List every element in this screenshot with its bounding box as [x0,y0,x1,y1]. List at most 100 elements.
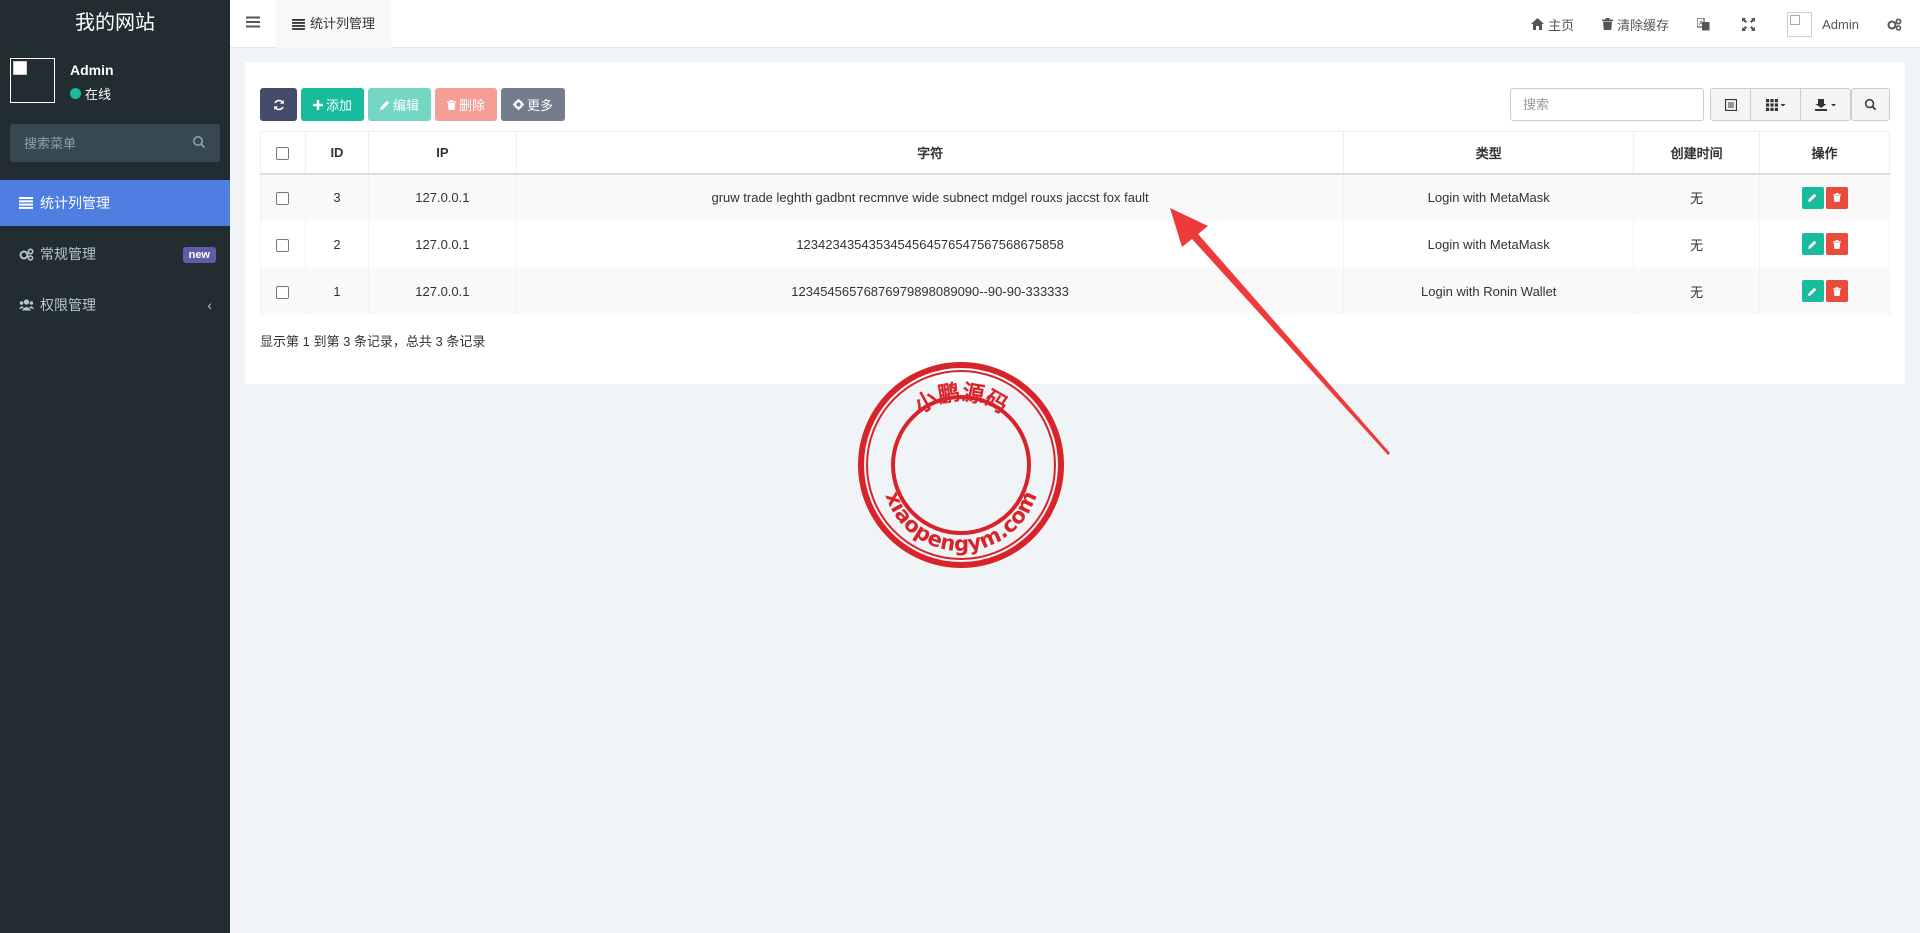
top-header: 统计列管理 主页 清除缓存 A Admin [230,0,1920,48]
cell-ip: 127.0.0.1 [367,173,517,221]
sidebar-search-input[interactable] [10,124,220,162]
column-header[interactable]: ID [304,131,369,175]
add-button[interactable]: 添加 [301,88,365,121]
row-edit-button[interactable] [1801,233,1824,255]
watermark-stamp: 小鹏源码 xiaopengym.com [858,362,1064,568]
pencil-icon [1808,193,1817,202]
sidebar-item-label: 常规管理 [40,246,96,262]
language-button[interactable]: A [1683,0,1728,48]
table-row[interactable]: 3 127.0.0.1 gruw trade leghth gadbnt rec… [260,173,1890,221]
admin-label: Admin [1822,16,1859,32]
table-row[interactable]: 2 127.0.0.1 1234234354353454564576547567… [260,220,1890,268]
table-search [1510,88,1704,121]
delete-label: 删除 [459,98,486,113]
sidebar-item-label: 权限管理 [40,297,96,313]
export-dropdown-button[interactable] [1801,88,1851,121]
toolbar: 添加 编辑 删除 更多 [260,88,569,121]
delete-button[interactable]: 删除 [435,88,498,121]
trash-icon [447,99,457,110]
grid-icon [1765,98,1785,111]
data-table: ID IP 字符 类型 创建时间 操作 3 127.0.0.1 gruw tra… [260,131,1890,315]
settings-button[interactable] [1873,0,1920,48]
chevron-left-icon: ‹ [207,297,212,313]
row-edit-button[interactable] [1801,280,1824,302]
table-search-input[interactable] [1511,89,1703,120]
admin-menu[interactable]: Admin [1773,0,1873,48]
user-panel: Admin 在线 [0,46,230,114]
user-name: Admin [70,62,114,78]
cell-ip: 127.0.0.1 [367,220,517,268]
stamp-top-text: 小鹏源码 [911,379,1012,418]
row-checkbox[interactable] [276,285,290,299]
cell-id: 3 [304,173,369,221]
refresh-icon [273,99,284,110]
content-panel: 添加 编辑 删除 更多 搜索 ID IP 字符 类型 创建时间 操作 3 127… [245,62,1905,384]
row-delete-button[interactable] [1825,186,1848,209]
search-button[interactable] [1851,88,1890,121]
pencil-icon [1808,240,1817,249]
trash-icon [1602,18,1614,30]
cell-actions [1759,173,1890,221]
cell-created: 无 [1633,173,1761,221]
column-header[interactable]: 创建时间 [1633,131,1761,175]
pagination-summary: 显示第 1 到第 3 条记录，总共 3 条记录 [260,334,486,349]
toggle-view-button[interactable] [1710,88,1751,121]
refresh-button[interactable] [260,88,297,121]
red-arrow-annotation [1170,208,1390,455]
gear-icon [513,99,525,110]
users-icon [18,298,34,312]
trash-icon [1832,193,1841,202]
cell-actions [1759,220,1890,268]
table-view-icon [1724,98,1737,111]
admin-avatar [1787,11,1813,37]
pencil-icon [1808,287,1817,296]
column-header[interactable]: 字符 [515,131,1345,175]
table-view-controls [1710,88,1851,121]
home-link[interactable]: 主页 [1517,0,1588,48]
more-button[interactable]: 更多 [501,88,566,121]
cell-created: 无 [1633,220,1761,268]
sidebar-item-general[interactable]: 常规管理 new [0,231,230,277]
more-label: 更多 [527,98,554,113]
fullscreen-button[interactable] [1728,0,1773,48]
columns-dropdown-button[interactable] [1751,88,1801,121]
select-all-checkbox[interactable] [276,146,290,160]
home-icon [1531,18,1545,30]
tab-label: 统计列管理 [310,16,376,31]
row-delete-button[interactable] [1825,280,1848,302]
row-checkbox[interactable] [276,192,290,206]
table-row[interactable]: 1 127.0.0.1 12345456576876979898089090--… [260,267,1890,315]
sidebar-item-permissions[interactable]: 权限管理 ‹ [0,282,230,328]
cell-id: 2 [304,220,369,268]
search-icon [1864,98,1877,111]
sidebar-search [10,124,220,162]
column-header[interactable]: 类型 [1343,131,1635,175]
column-header[interactable]: IP [367,131,517,175]
user-status-label: 在线 [85,87,112,102]
row-edit-button[interactable] [1801,186,1824,209]
tab-stats[interactable]: 统计列管理 [276,0,392,48]
search-icon[interactable] [192,135,206,149]
row-delete-button[interactable] [1825,233,1848,255]
sidebar: 我的网站 Admin 在线 统计列管理 常规管理 new 权限管理 ‹ [0,0,230,933]
site-title[interactable]: 我的网站 [0,0,230,46]
add-label: 添加 [326,98,353,113]
edit-label: 编辑 [393,98,420,113]
cogs-icon [18,247,34,261]
cell-created: 无 [1633,267,1761,315]
clear-cache-link[interactable]: 清除缓存 [1588,0,1683,48]
cell-id: 1 [304,267,369,315]
edit-button[interactable]: 编辑 [368,88,432,121]
menu-toggle-icon[interactable] [246,15,260,29]
pencil-icon [380,100,390,110]
translate-icon: A [1697,17,1710,30]
sidebar-item-stats[interactable]: 统计列管理 [0,180,230,226]
sidebar-item-label: 统计列管理 [40,195,110,211]
trash-icon [1832,286,1841,296]
row-checkbox[interactable] [276,238,290,252]
list-icon [292,18,305,30]
header-checkbox-cell [260,131,306,175]
clear-cache-label: 清除缓存 [1617,17,1670,33]
cell-ip: 127.0.0.1 [367,267,517,315]
user-avatar [10,58,55,103]
